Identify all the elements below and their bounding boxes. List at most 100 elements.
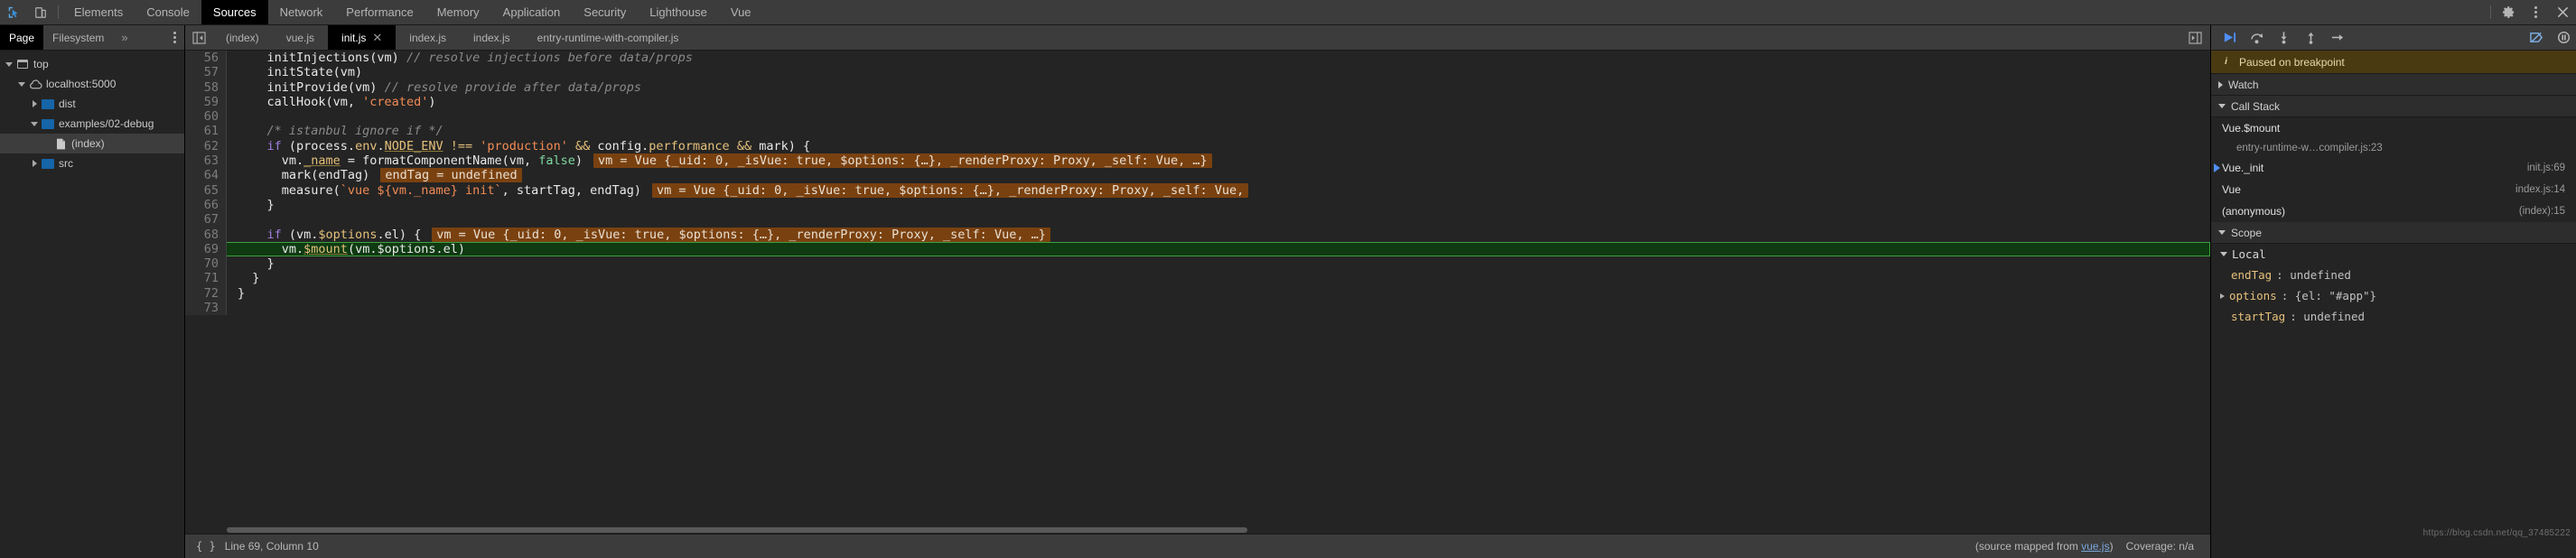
step-out-of-current-function-button[interactable] <box>2298 27 2323 49</box>
deactivate-breakpoints-button[interactable] <box>2524 27 2549 49</box>
section-scope[interactable]: Scope <box>2211 222 2576 244</box>
line-number[interactable]: 59 <box>185 94 227 110</box>
line-number[interactable]: 73 <box>185 301 227 316</box>
step-into-next-function-call-button[interactable] <box>2271 27 2296 49</box>
code-editor[interactable]: 56 initInjections(vm) // resolve injecti… <box>185 51 2210 534</box>
code-line[interactable]: 73 <box>185 301 2210 316</box>
editor-tab-vue-js[interactable]: vue.js <box>273 25 328 50</box>
code-line[interactable]: 61 /* istanbul ignore if */ <box>185 124 2210 139</box>
line-number[interactable]: 67 <box>185 212 227 228</box>
cursor-position-label[interactable]: Line 69, Column 10 <box>225 540 319 553</box>
tab-security[interactable]: Security <box>572 0 638 24</box>
code-line[interactable]: 70 } <box>185 256 2210 272</box>
code-line[interactable]: 59 callHook(vm, 'created') <box>185 94 2210 110</box>
device-toolbar-icon[interactable] <box>27 0 54 24</box>
twisty-down-icon[interactable] <box>16 81 27 87</box>
section-call-stack[interactable]: Call Stack <box>2211 96 2576 117</box>
section-watch[interactable]: Watch <box>2211 74 2576 96</box>
code-line[interactable]: 72} <box>185 285 2210 302</box>
chevron-right-icon[interactable] <box>2220 293 2225 299</box>
kebab-menu-icon[interactable] <box>2522 0 2549 24</box>
code-line[interactable]: 63 vm._name = formatComponentName(vm, fa… <box>185 153 2210 169</box>
line-number[interactable]: 70 <box>185 256 227 272</box>
step-over-next-function-call-button[interactable] <box>2244 27 2269 49</box>
scope-var-endtag[interactable]: endTag: undefined <box>2211 265 2576 285</box>
tab-vue[interactable]: Vue <box>719 0 763 24</box>
show-navigator-icon[interactable] <box>185 25 212 50</box>
pretty-print-icon[interactable]: { } <box>185 540 225 553</box>
scope-var-options[interactable]: options: {el: "#app"} <box>2211 285 2576 306</box>
line-number[interactable]: 64 <box>185 168 227 183</box>
code-line[interactable]: 68 if (vm.$options.el) {vm = Vue {_uid: … <box>185 227 2210 242</box>
tab-memory[interactable]: Memory <box>425 0 491 24</box>
navigator-tab-filesystem[interactable]: Filesystem <box>43 25 113 50</box>
editor-tab-index-js-1[interactable]: index.js <box>396 25 460 50</box>
code-line[interactable]: 67 <box>185 212 2210 228</box>
tab-sources[interactable]: Sources <box>201 0 268 24</box>
code-line[interactable]: 58 initProvide(vm) // resolve provide af… <box>185 79 2210 95</box>
tree-item-localhost[interactable]: localhost:5000 <box>0 74 184 94</box>
tree-item-dist[interactable]: dist <box>0 94 184 114</box>
line-number[interactable]: 66 <box>185 197 227 213</box>
code-line[interactable]: 57 initState(vm) <box>185 65 2210 80</box>
call-stack-row-vue-mount[interactable]: Vue.$mount <box>2211 117 2576 139</box>
tree-item-top[interactable]: top <box>0 54 184 74</box>
inline-value-annotation[interactable]: vm = Vue {_uid: 0, _isVue: true, $option… <box>593 153 1212 169</box>
code-line[interactable]: 69 vm.$mount(vm.$options.el) <box>185 241 2210 257</box>
editor-tab-index-js-2[interactable]: index.js <box>460 25 524 50</box>
show-debugger-sidebar-icon[interactable] <box>2179 25 2210 50</box>
line-number[interactable]: 68 <box>185 227 227 242</box>
line-number[interactable]: 60 <box>185 109 227 125</box>
inline-value-annotation[interactable]: vm = Vue {_uid: 0, _isVue: true, $option… <box>652 182 1249 198</box>
scope-var-starttag[interactable]: startTag: undefined <box>2211 306 2576 327</box>
tab-application[interactable]: Application <box>491 0 573 24</box>
inline-value-annotation[interactable]: vm = Vue {_uid: 0, _isVue: true, $option… <box>432 227 1050 242</box>
call-stack-row-anonymous[interactable]: (anonymous) (index):15 <box>2211 200 2576 222</box>
tab-performance[interactable]: Performance <box>334 0 425 24</box>
code-line[interactable]: 62 if (process.env.NODE_ENV !== 'product… <box>185 138 2210 154</box>
close-icon[interactable] <box>2549 0 2576 24</box>
inspect-element-icon[interactable] <box>0 0 27 24</box>
navigator-overflow-icon[interactable]: » <box>113 25 135 50</box>
editor-horizontal-scrollbar[interactable] <box>227 525 2210 534</box>
inline-value-annotation[interactable]: endTag = undefined <box>380 168 522 183</box>
navigator-kebab-menu-icon[interactable] <box>165 25 184 50</box>
twisty-down-icon[interactable] <box>29 121 40 126</box>
tree-item-src[interactable]: src <box>0 153 184 173</box>
pause-on-exceptions-button[interactable] <box>2551 27 2576 49</box>
gear-icon[interactable] <box>2495 0 2522 24</box>
editor-tab-index[interactable]: (index) <box>212 25 273 50</box>
tree-item-examples-02-debug[interactable]: examples/02-debug <box>0 114 184 134</box>
twisty-right-icon[interactable] <box>29 160 40 167</box>
navigator-tab-page[interactable]: Page <box>0 25 44 50</box>
step-button[interactable] <box>2325 27 2350 49</box>
line-number[interactable]: 56 <box>185 51 227 66</box>
code-line[interactable]: 60 <box>185 109 2210 125</box>
tab-lighthouse[interactable]: Lighthouse <box>638 0 719 24</box>
code-line[interactable]: 71 } <box>185 271 2210 286</box>
code-line[interactable]: 56 initInjections(vm) // resolve injecti… <box>185 51 2210 66</box>
scope-group-local[interactable]: Local <box>2211 244 2576 265</box>
editor-scrollbar-thumb[interactable] <box>227 527 1247 533</box>
editor-tab-entry-runtime[interactable]: entry-runtime-with-compiler.js <box>524 25 693 50</box>
line-number[interactable]: 58 <box>185 79 227 95</box>
code-line[interactable]: 66 } <box>185 197 2210 213</box>
code-line[interactable]: 65 measure(`vue ${vm._name} init`, start… <box>185 182 2210 198</box>
tab-console[interactable]: Console <box>135 0 201 24</box>
line-number[interactable]: 65 <box>185 182 227 198</box>
source-map-link[interactable]: vue.js <box>2081 540 2109 553</box>
editor-tab-close-icon[interactable]: ✕ <box>372 32 382 43</box>
editor-tab-init-js[interactable]: init.js ✕ <box>328 25 397 50</box>
tab-elements[interactable]: Elements <box>62 0 135 24</box>
line-number[interactable]: 63 <box>185 153 227 169</box>
line-number[interactable]: 69 <box>185 241 227 257</box>
line-number[interactable]: 57 <box>185 65 227 80</box>
twisty-down-icon[interactable] <box>4 61 14 67</box>
line-number[interactable]: 72 <box>185 285 227 302</box>
tree-item-index[interactable]: (index) <box>0 134 184 153</box>
twisty-right-icon[interactable] <box>29 100 40 107</box>
line-number[interactable]: 61 <box>185 124 227 139</box>
resume-script-execution-button[interactable] <box>2217 27 2242 49</box>
tab-network[interactable]: Network <box>268 0 335 24</box>
call-stack-row-vue-init[interactable]: Vue._init init.js:69 <box>2211 157 2576 179</box>
